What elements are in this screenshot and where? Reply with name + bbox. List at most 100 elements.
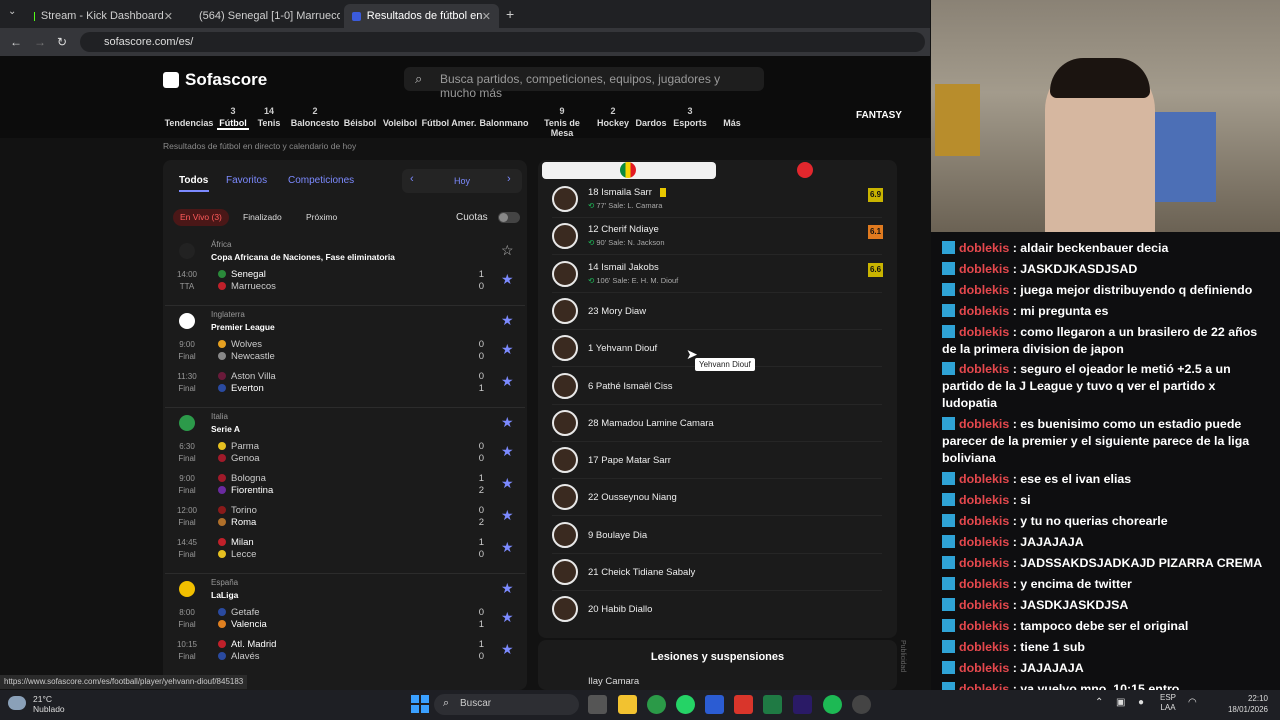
premiere-icon[interactable] (793, 695, 812, 714)
tab-todos[interactable]: Todos (179, 175, 208, 186)
home-team[interactable]: Milan (218, 537, 254, 548)
player-row[interactable]: 14 Ismail Jakobs ⟲ 106' Sale: E. H. M. Di… (552, 257, 883, 293)
url-input[interactable]: sofascore.com/es/ (80, 32, 925, 52)
favorite-match-icon[interactable]: ★ (501, 641, 514, 658)
language-indicator[interactable]: ESP LAA (1160, 693, 1176, 713)
pin-league-icon[interactable]: ☆ (501, 242, 514, 259)
chat-username[interactable]: doblekis (959, 362, 1009, 376)
site-search-input[interactable]: Busca partidos, competiciones, equipos, … (404, 67, 764, 100)
sport-balonmano[interactable]: Balonmano (474, 106, 534, 128)
home-team[interactable]: Wolves (218, 339, 262, 350)
tab-favoritos[interactable]: Favoritos (226, 175, 267, 186)
home-team[interactable]: Aston Villa (218, 371, 276, 382)
weather-widget[interactable]: 21°C Nublado (33, 694, 65, 714)
chat-username[interactable]: doblekis (959, 514, 1009, 528)
site-logo[interactable]: Sofascore (163, 70, 267, 90)
tab-kick[interactable]: Stream - Kick Dashboard ✕ (26, 4, 181, 28)
chat-username[interactable]: doblekis (959, 598, 1009, 612)
home-team[interactable]: Senegal (218, 269, 266, 280)
away-team[interactable]: Valencia (218, 619, 267, 630)
away-team[interactable]: Lecce (218, 549, 256, 560)
fantasy-link[interactable]: FANTASY (856, 110, 902, 121)
player-row[interactable]: 9 Boulaye Dia (552, 518, 882, 554)
excel-icon[interactable] (763, 695, 782, 714)
player-row[interactable]: 17 Pape Matar Sarr (552, 443, 882, 480)
away-team[interactable]: Newcastle (218, 351, 275, 362)
sport-m-s[interactable]: Más (702, 106, 762, 128)
word-icon[interactable] (705, 695, 724, 714)
taskbar-search[interactable]: Buscar (434, 694, 579, 715)
filter-upcoming[interactable]: Próximo (299, 209, 344, 226)
windows-start-icon[interactable] (411, 695, 429, 713)
favorite-match-icon[interactable]: ★ (501, 475, 514, 492)
chat-username[interactable]: doblekis (959, 640, 1009, 654)
chat-username[interactable]: doblekis (959, 304, 1009, 318)
chat-username[interactable]: doblekis (959, 472, 1009, 486)
tray-app-icon[interactable]: ▣ (1116, 697, 1125, 708)
away-team[interactable]: Genoa (218, 453, 260, 464)
away-team[interactable]: Roma (218, 517, 256, 528)
player-row[interactable]: 18 Ismaila Sarr ⟲ 77' Sale: L. Camara 6.9 (552, 182, 883, 218)
task-view-icon[interactable] (588, 695, 607, 714)
favorite-match-icon[interactable]: ★ (501, 609, 514, 626)
home-team[interactable]: Parma (218, 441, 259, 452)
wifi-icon[interactable]: ◠ (1188, 697, 1197, 708)
away-team[interactable]: Everton (218, 383, 264, 394)
chat-username[interactable]: doblekis (959, 325, 1009, 339)
away-team[interactable]: Marruecos (218, 281, 276, 292)
filter-live[interactable]: En Vivo (3) (173, 209, 229, 226)
acrobat-icon[interactable] (734, 695, 753, 714)
clock[interactable]: 22:10 18/01/2026 (1208, 693, 1268, 715)
chat-username[interactable]: doblekis (959, 661, 1009, 675)
chat-username[interactable]: doblekis (959, 262, 1009, 276)
chrome-icon[interactable] (647, 695, 666, 714)
prev-day-icon[interactable]: ‹ (410, 173, 414, 185)
player-row[interactable]: 21 Cheick Tidiane Sabaly (552, 555, 882, 591)
pin-league-icon[interactable]: ★ (501, 580, 514, 597)
spotify-icon[interactable] (823, 695, 842, 714)
favorite-match-icon[interactable]: ★ (501, 443, 514, 460)
away-team[interactable]: Fiorentina (218, 485, 273, 496)
reload-icon[interactable]: ↻ (57, 35, 67, 49)
player-row[interactable]: 20 Habib Diallo (552, 592, 882, 626)
file-explorer-icon[interactable] (618, 695, 637, 714)
tab-sofascore[interactable]: Resultados de fútbol en directo✕ (344, 4, 499, 28)
favorite-match-icon[interactable]: ★ (501, 341, 514, 358)
close-icon[interactable]: ✕ (164, 10, 173, 23)
microphone-icon[interactable]: ● (1138, 697, 1144, 708)
chat-username[interactable]: doblekis (959, 283, 1009, 297)
sport-f-tbol-amer-[interactable]: Fútbol Amer. (419, 106, 479, 128)
chat-username[interactable]: doblekis (959, 535, 1009, 549)
injured-player[interactable]: Ilay Camara (588, 676, 639, 687)
player-row[interactable]: 23 Mory Diaw (552, 294, 882, 330)
whatsapp-icon[interactable] (676, 695, 695, 714)
pin-league-icon[interactable]: ★ (501, 414, 514, 431)
league-name[interactable]: Premier League (211, 322, 275, 332)
chat-username[interactable]: doblekis (959, 619, 1009, 633)
obs-icon[interactable] (852, 695, 871, 714)
tab-competiciones[interactable]: Competiciones (288, 175, 354, 186)
morocco-flag-icon[interactable] (797, 162, 813, 178)
favorite-match-icon[interactable]: ★ (501, 373, 514, 390)
date-selector[interactable]: Hoy (402, 169, 522, 193)
favorite-match-icon[interactable]: ★ (501, 271, 514, 288)
league-name[interactable]: Copa Africana de Naciones, Fase eliminat… (211, 252, 395, 262)
new-tab-icon[interactable]: + (506, 6, 514, 22)
chat-username[interactable]: doblekis (959, 417, 1009, 431)
home-team[interactable]: Atl. Madrid (218, 639, 276, 650)
back-icon[interactable]: ← (10, 35, 22, 49)
filter-finished[interactable]: Finalizado (236, 209, 289, 226)
player-row[interactable]: 6 Pathé Ismaël Ciss (552, 369, 882, 405)
forward-icon[interactable]: → (34, 35, 46, 49)
league-name[interactable]: Serie A (211, 424, 240, 434)
home-team[interactable]: Getafe (218, 607, 260, 618)
player-row[interactable]: 28 Mamadou Lamine Camara (552, 406, 882, 442)
chat-username[interactable]: doblekis (959, 556, 1009, 570)
home-team[interactable]: Torino (218, 505, 257, 516)
player-row[interactable]: 12 Cherif Ndiaye ⟲ 90' Sale: N. Jackson 6.… (552, 219, 883, 256)
tray-chevron-icon[interactable]: ⌃ (1095, 697, 1103, 708)
odds-toggle[interactable] (498, 212, 520, 223)
tab-youtube[interactable]: (564) Senegal [1-0] Marruecos |✕ (185, 4, 340, 28)
home-team[interactable]: Bologna (218, 473, 266, 484)
next-day-icon[interactable]: › (507, 173, 511, 185)
